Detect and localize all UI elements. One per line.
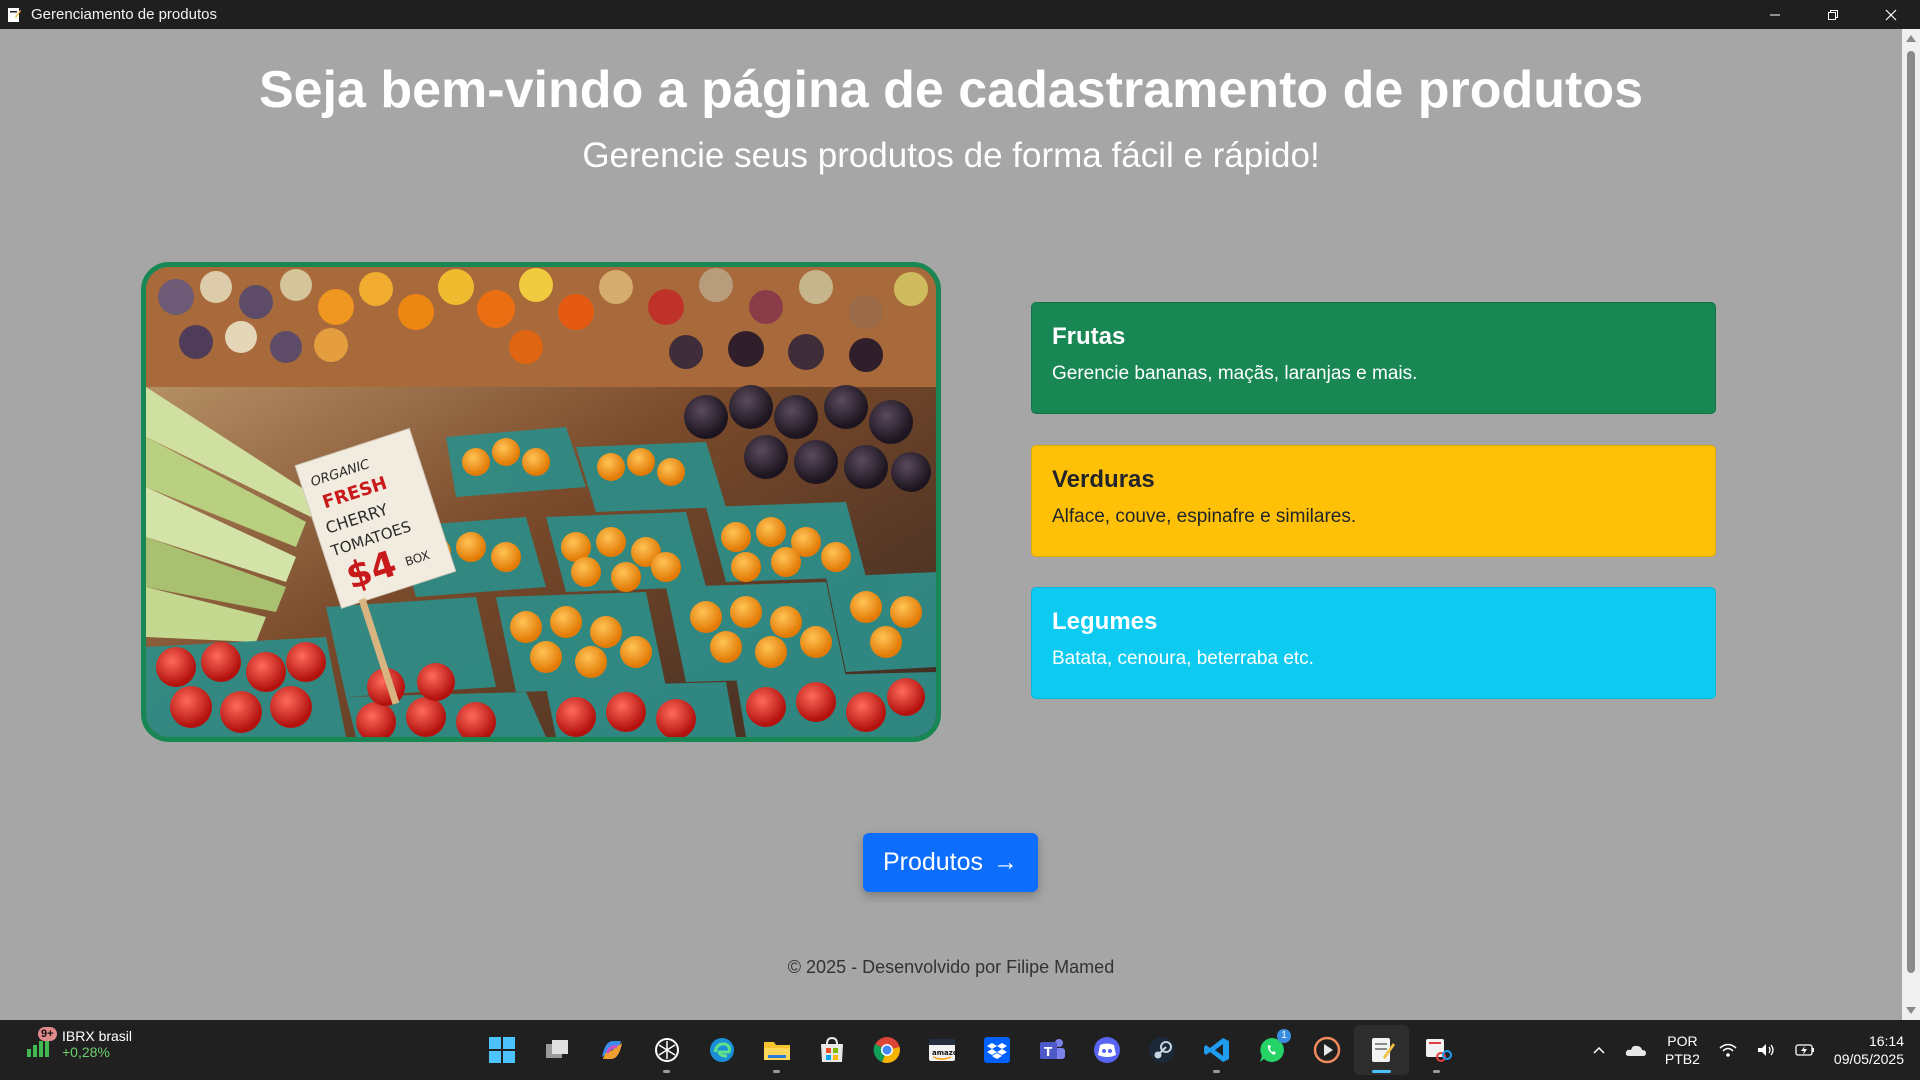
start-icon xyxy=(488,1037,515,1063)
dropbox-button[interactable] xyxy=(969,1025,1024,1075)
card-text: Alface, couve, espinafre e similares. xyxy=(1052,506,1357,527)
svg-text:amazon: amazon xyxy=(932,1049,957,1057)
scroll-up-icon[interactable] xyxy=(1906,35,1916,42)
steam-button[interactable] xyxy=(1134,1025,1189,1075)
card-text: Batata, cenoura, beterraba etc. xyxy=(1052,648,1314,669)
chatgpt-button[interactable] xyxy=(639,1025,694,1075)
discord-icon xyxy=(1093,1037,1120,1063)
card-legumes[interactable]: Legumes Batata, cenoura, beterraba etc. xyxy=(1031,587,1716,699)
file-explorer-button[interactable] xyxy=(749,1025,804,1075)
page-subtitle: Gerencie seus produtos de forma fácil e … xyxy=(582,136,1320,175)
keyboard-layout: PTB2 xyxy=(1664,1051,1700,1067)
task-view-icon xyxy=(545,1040,568,1058)
page-title: Seja bem-vindo a página de cadastramento… xyxy=(258,61,1644,119)
system-tray: POR PTB2 16:14 09/05/2025 xyxy=(1591,1020,1904,1080)
card-title: Verduras xyxy=(1052,466,1155,493)
snipping-tool-icon xyxy=(1425,1039,1452,1062)
window-title-bar: Gerenciamento de produtos xyxy=(0,0,1920,29)
svg-text:T: T xyxy=(1044,1045,1053,1059)
dropbox-icon xyxy=(983,1037,1010,1063)
minimize-button[interactable] xyxy=(1746,0,1804,29)
produtos-button-label: Produtos xyxy=(882,848,984,876)
taskbar-apps: amazon T 1 xyxy=(474,1020,1464,1080)
scrollbar-thumb[interactable] xyxy=(1907,51,1915,973)
microsoft-store-button[interactable] xyxy=(804,1025,859,1075)
wifi-icon[interactable] xyxy=(1718,1042,1738,1058)
notepad-button[interactable] xyxy=(1354,1025,1409,1075)
notepad-icon xyxy=(1371,1038,1395,1062)
vscode-icon xyxy=(1203,1038,1229,1062)
produtos-button[interactable]: Produtos → xyxy=(863,833,1038,892)
widget-title: IBRX brasil xyxy=(62,1028,133,1044)
copilot-icon xyxy=(601,1041,622,1059)
card-frutas[interactable]: Frutas Gerencie bananas, maçãs, laranjas… xyxy=(1031,302,1716,414)
language-code: POR xyxy=(1667,1033,1698,1049)
vertical-scrollbar[interactable] xyxy=(1902,29,1920,1020)
chevron-up-icon[interactable] xyxy=(1591,1042,1607,1058)
card-verduras[interactable]: Verduras Alface, couve, espinafre e simi… xyxy=(1031,445,1716,557)
stock-widget[interactable]: 9+ IBRX brasil +0,28% xyxy=(24,1027,133,1060)
stock-chart-icon: 9+ xyxy=(24,1027,57,1059)
produce-market-photo: ORGANIC FRESH CHERRY TOMATOES $4 BOX xyxy=(141,262,941,742)
teams-icon: T xyxy=(1039,1039,1065,1059)
file-explorer-icon xyxy=(763,1042,790,1060)
whatsapp-button[interactable]: 1 xyxy=(1244,1025,1299,1075)
clock-date: 09/05/2025 xyxy=(1833,1051,1904,1067)
steam-icon xyxy=(1148,1037,1175,1063)
clock[interactable]: 16:14 09/05/2025 xyxy=(1834,1032,1904,1068)
volume-icon[interactable] xyxy=(1756,1042,1776,1058)
close-button[interactable] xyxy=(1862,0,1920,29)
teams-button[interactable]: T xyxy=(1024,1025,1079,1075)
language-indicator[interactable]: POR PTB2 xyxy=(1665,1032,1700,1068)
chrome-button[interactable] xyxy=(859,1025,914,1075)
scroll-down-icon[interactable] xyxy=(1906,1007,1916,1014)
card-title: Legumes xyxy=(1052,608,1158,635)
window-title: Gerenciamento de produtos xyxy=(31,6,217,23)
battery-icon[interactable] xyxy=(1794,1042,1816,1058)
media-player-button[interactable] xyxy=(1299,1025,1354,1075)
chrome-icon xyxy=(873,1037,900,1063)
notepad-app-icon xyxy=(5,6,23,24)
copilot-button[interactable] xyxy=(584,1025,639,1075)
microsoft-store-icon xyxy=(820,1036,843,1062)
amazon-button[interactable]: amazon xyxy=(914,1025,969,1075)
whatsapp-badge: 1 xyxy=(1277,1029,1291,1043)
widget-change: +0,28% xyxy=(62,1044,110,1060)
vscode-button[interactable] xyxy=(1189,1025,1244,1075)
discord-button[interactable] xyxy=(1079,1025,1134,1075)
onedrive-icon[interactable] xyxy=(1625,1042,1647,1058)
amazon-icon: amazon xyxy=(928,1039,957,1061)
card-title: Frutas xyxy=(1052,323,1126,350)
restore-button[interactable] xyxy=(1804,0,1862,29)
arrow-right-icon: → xyxy=(993,848,1019,876)
widget-badge: 9+ xyxy=(38,1027,57,1041)
clock-time: 16:14 xyxy=(1868,1033,1904,1049)
card-text: Gerencie bananas, maçãs, laranjas e mais… xyxy=(1052,363,1418,384)
task-view-button[interactable] xyxy=(529,1025,584,1075)
chatgpt-icon xyxy=(654,1038,679,1062)
media-player-icon xyxy=(1313,1036,1340,1064)
taskbar: 9+ IBRX brasil +0,28% amazo T 1 POR PTB2… xyxy=(0,1020,1920,1080)
edge-icon xyxy=(709,1038,734,1062)
footer-text: © 2025 - Desenvolvido por Filipe Mamed xyxy=(787,957,1115,977)
snipping-tool-button[interactable] xyxy=(1409,1025,1464,1075)
edge-button[interactable] xyxy=(694,1025,749,1075)
start-button[interactable] xyxy=(474,1025,529,1075)
